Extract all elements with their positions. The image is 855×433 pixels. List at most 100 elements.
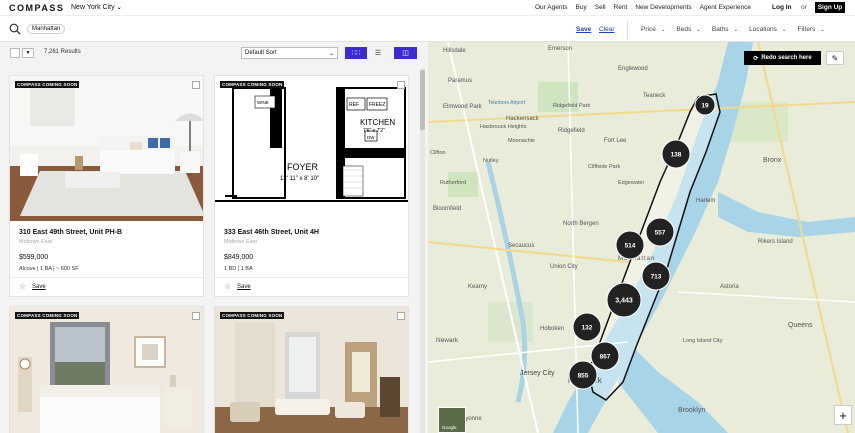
card-checkbox[interactable]	[192, 81, 200, 89]
map-cluster-marker[interactable]: 19	[694, 94, 716, 116]
select-all-checkbox[interactable]	[10, 48, 20, 58]
save-search-link[interactable]: Save	[576, 26, 591, 33]
map-label: Hillsdale	[443, 48, 466, 54]
login-link[interactable]: Log In	[772, 4, 792, 11]
location-chip[interactable]: Manhattan	[27, 24, 66, 34]
list-icon: ☰	[374, 50, 382, 57]
filter-price[interactable]: Price ⌄	[641, 26, 665, 33]
filter-more[interactable]: Filters ⌄	[798, 26, 825, 33]
map-label: Clifton	[430, 150, 446, 156]
search-icon[interactable]	[9, 23, 21, 35]
map-label: Teterboro Airport	[488, 100, 526, 106]
nav-link-agent-experience[interactable]: Agent Experience	[700, 4, 751, 11]
select-dropdown[interactable]: ▼	[22, 48, 34, 58]
zoom-in-button[interactable]: +	[834, 405, 852, 425]
chevron-down-icon: ⌄	[116, 5, 122, 11]
nav-link-new-developments[interactable]: New Developments	[635, 4, 691, 11]
map-cluster-marker[interactable]: 867	[590, 341, 620, 371]
star-icon[interactable]: ☆	[224, 282, 231, 291]
listing-price: $849,000	[224, 254, 254, 261]
listing-neighborhood: Midtown East	[224, 239, 258, 245]
top-nav: COMPASS New York City ⌄ Our Agents Buy S…	[0, 0, 855, 16]
split-view-button[interactable]: ◫	[394, 47, 417, 59]
map-cluster-marker[interactable]: 132	[572, 312, 602, 342]
listing-photo[interactable]: COMPASS COMING SOON	[215, 307, 408, 433]
map-label: Ridgefield	[558, 128, 585, 134]
filter-beds[interactable]: Beds ⌄	[676, 26, 700, 33]
chevron-down-icon: ⌄	[328, 50, 334, 57]
save-listing-link[interactable]: Save	[32, 284, 46, 290]
grid-view-button[interactable]: ∷∷	[345, 47, 367, 59]
map[interactable]: Hillsdale Emerson Teaneck Englewood Para…	[428, 42, 855, 433]
map-label: North Bergen	[563, 221, 599, 227]
clear-search-link[interactable]: Clear	[599, 26, 615, 33]
floorplan-label: DISH	[341, 154, 351, 159]
signup-button[interactable]: Sign Up	[815, 2, 845, 13]
listing-card[interactable]: COMPASS COMING SOON	[214, 306, 409, 433]
city-selector[interactable]: New York City ⌄	[71, 4, 122, 11]
map-cluster-marker[interactable]: 3,443	[606, 282, 642, 318]
map-label: Paramus	[448, 78, 472, 84]
listing-neighborhood: Midtown East	[19, 239, 53, 245]
floorplan-label: WINE	[257, 100, 269, 105]
or-text: or	[801, 4, 807, 11]
floorplan-label: FREEZ	[369, 102, 385, 108]
coming-soon-badge: COMPASS COMING SOON	[220, 312, 285, 319]
coming-soon-badge: COMPASS COMING SOON	[220, 81, 285, 88]
nav-link-sell[interactable]: Sell	[595, 4, 606, 11]
map-label: Bloomfield	[433, 206, 461, 212]
listing-price: $599,000	[19, 254, 49, 261]
nav-link-buy[interactable]: Buy	[576, 4, 587, 11]
save-listing-link[interactable]: Save	[237, 284, 251, 290]
card-checkbox[interactable]	[397, 312, 405, 320]
card-checkbox[interactable]	[397, 81, 405, 89]
map-label: Nutley	[483, 158, 499, 164]
sort-select[interactable]: Default Sort ⌄	[241, 47, 338, 59]
map-label: Edgewater	[618, 180, 644, 186]
map-cluster-marker[interactable]: 557	[645, 217, 675, 247]
star-icon[interactable]: ☆	[19, 282, 26, 291]
map-label: Elmwood Park	[443, 104, 483, 110]
chevron-down-icon: ⌄	[820, 27, 825, 33]
filter-locations[interactable]: Locations ⌄	[749, 26, 786, 33]
filter-baths[interactable]: Baths ⌄	[712, 26, 738, 33]
listing-photo[interactable]: REF FREEZ WINE KITCHEN 7'6" x 7'2" DW FO…	[215, 76, 408, 221]
divider	[215, 277, 408, 278]
satellite-toggle[interactable]: Google	[438, 407, 466, 433]
listing-photo[interactable]: COMPASS COMING SOON	[10, 307, 203, 433]
coming-soon-badge: COMPASS COMING SOON	[15, 312, 80, 319]
listing-address[interactable]: 333 East 46th Street, Unit 4H	[224, 229, 319, 236]
scrollbar-thumb[interactable]	[420, 70, 425, 130]
listing-card[interactable]: COMPASS COMING SOON 310 East 49th Street…	[9, 75, 204, 297]
map-cluster-marker[interactable]: 713	[641, 261, 671, 291]
listing-card[interactable]: REF FREEZ WINE KITCHEN 7'6" x 7'2" DW FO…	[214, 75, 409, 297]
floorplan-label: FOYER	[287, 162, 319, 172]
coming-soon-badge: COMPASS COMING SOON	[15, 81, 80, 88]
cluster-count: 514	[625, 243, 636, 250]
nav-link-our-agents[interactable]: Our Agents	[535, 4, 568, 11]
listing-card[interactable]: COMPASS COMING SOON	[9, 306, 204, 433]
map-label: Rutherford	[440, 180, 466, 186]
floorplan-label: DW	[367, 135, 375, 140]
card-checkbox[interactable]	[192, 312, 200, 320]
map-label: Bronx	[763, 157, 782, 164]
cluster-count: 855	[578, 373, 589, 380]
compass-logo[interactable]: COMPASS	[9, 3, 64, 13]
draw-button[interactable]: ✎	[826, 51, 844, 65]
chevron-down-icon: ⌄	[660, 27, 666, 33]
map-label: Emerson	[548, 46, 572, 52]
map-canvas[interactable]: Hillsdale Emerson Teaneck Englewood Para…	[428, 42, 855, 433]
cluster-count: 132	[582, 325, 593, 332]
map-cluster-marker[interactable]: 855	[568, 360, 598, 390]
listing-photo[interactable]: COMPASS COMING SOON	[10, 76, 203, 221]
google-logo: Google	[442, 425, 457, 430]
nav-link-rent[interactable]: Rent	[614, 4, 628, 11]
list-view-button[interactable]: ☰	[371, 47, 385, 59]
listing-address[interactable]: 310 East 49th Street, Unit PH-B	[19, 229, 122, 236]
map-cluster-marker[interactable]: 138	[661, 139, 691, 169]
cluster-count: 867	[600, 354, 611, 361]
map-label: Newark	[436, 337, 459, 344]
map-cluster-marker[interactable]: 514	[615, 230, 645, 260]
redo-search-button[interactable]: ⟳ Redo search here	[744, 51, 821, 65]
search-bar: Manhattan Save Clear Price ⌄ Beds ⌄ Baths ⌄…	[0, 18, 855, 42]
